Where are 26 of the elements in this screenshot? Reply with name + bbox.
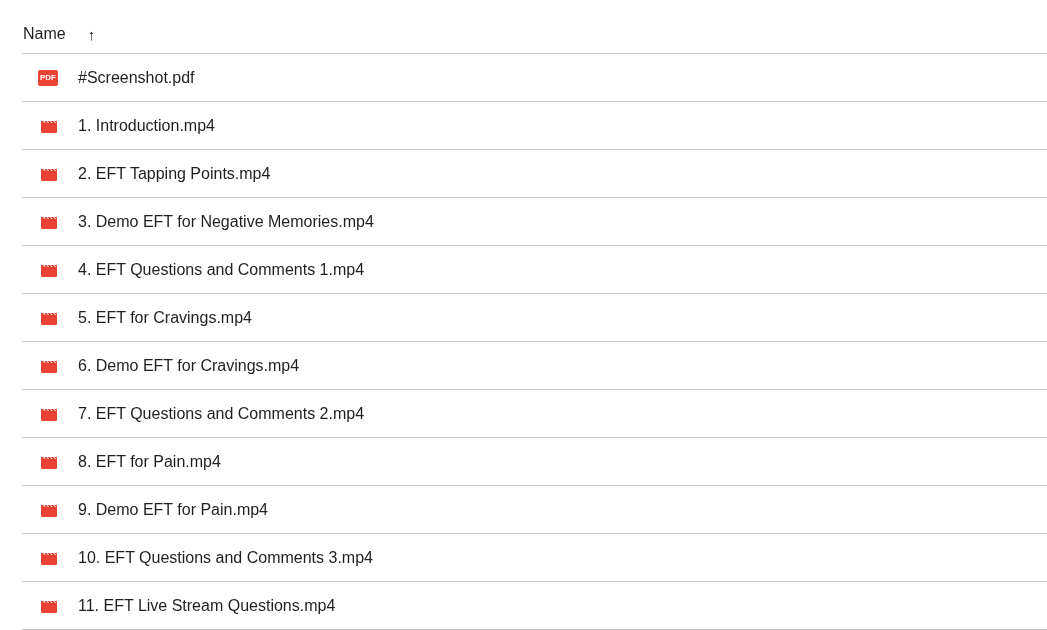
video-file-icon	[41, 310, 57, 325]
file-name[interactable]: 7. EFT Questions and Comments 2.mp4	[78, 404, 365, 423]
file-name[interactable]: 9. Demo EFT for Pain.mp4	[78, 500, 268, 519]
video-file-icon	[41, 454, 57, 469]
file-name[interactable]: 5. EFT for Cravings.mp4	[78, 308, 252, 327]
video-file-icon	[41, 502, 57, 517]
video-file-icon	[41, 406, 57, 421]
file-name[interactable]: 2. EFT Tapping Points.mp4	[78, 164, 271, 183]
video-file-icon	[41, 166, 57, 181]
file-name[interactable]: 10. EFT Questions and Comments 3.mp4	[78, 548, 373, 567]
video-file-icon	[41, 598, 57, 613]
pdf-file-icon: PDF	[38, 69, 58, 86]
sort-ascending-icon[interactable]: ↑	[87, 25, 96, 43]
file-name[interactable]: 4. EFT Questions and Comments 1.mp4	[78, 260, 365, 279]
video-file-icon	[41, 214, 57, 229]
file-name[interactable]: 11. EFT Live Stream Questions.mp4	[78, 596, 336, 615]
column-header[interactable]: Name	[23, 25, 66, 43]
file-name[interactable]: 1. Introduction.mp4	[78, 116, 215, 135]
video-file-icon	[41, 262, 57, 277]
file-name[interactable]: #Screenshot.pdf	[78, 68, 195, 87]
file-name[interactable]: 8. EFT for Pain.mp4	[78, 452, 221, 471]
file-name[interactable]: 3. Demo EFT for Negative Memories.mp4	[78, 212, 374, 231]
video-file-icon	[41, 118, 57, 133]
video-file-icon	[41, 358, 57, 373]
file-name[interactable]: 6. Demo EFT for Cravings.mp4	[78, 356, 300, 375]
video-file-icon	[41, 550, 57, 565]
